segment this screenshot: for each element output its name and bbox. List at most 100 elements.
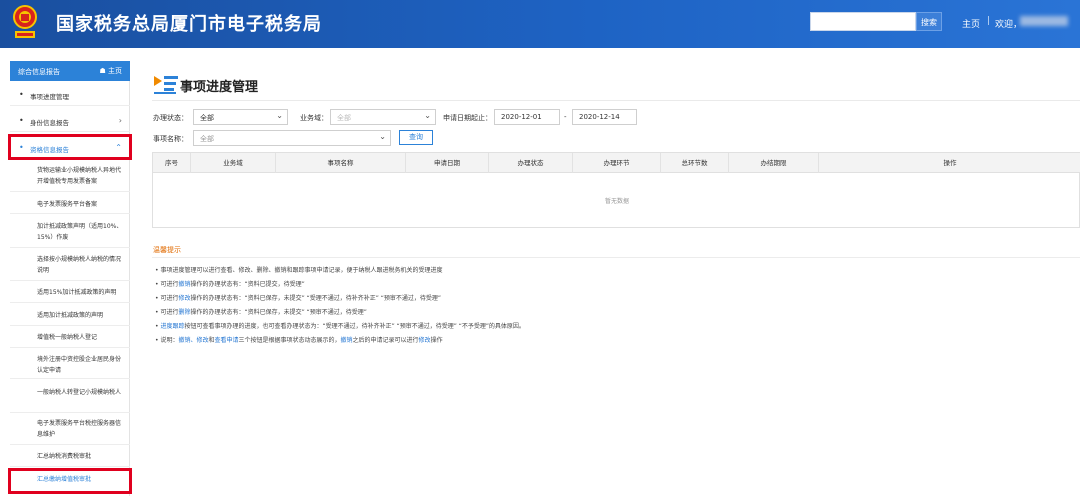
tip-keyword: 修改: [418, 337, 431, 344]
divider: [10, 247, 130, 248]
tip-line: • 事项进度管理可以进行查看、修改、删除、撤销和跟踪事项申请记录，便于纳税人跟进…: [155, 265, 442, 274]
divider: [10, 280, 130, 281]
tip-line: • 可进行撤销操作的办理状态有：“资料已提交，待受理”: [155, 279, 305, 288]
divider: [10, 131, 130, 132]
tip-keyword: 撤销、修改: [178, 337, 209, 344]
table-header: 序号 业务域 事项名称 申请日期 办理状态 办理环节 总环节数 办结期限 操作: [153, 153, 1080, 173]
tip-line: • 可进行删除操作的办理状态有：“资料已保存，未提交” “预审不通过，待受理”: [155, 307, 367, 316]
welcome-text: 欢迎，: [995, 20, 1023, 30]
chevron-right-icon: ›: [118, 116, 122, 125]
sidebar-item-label: 事项进度管理: [30, 93, 69, 101]
highlight-box-active-item: [8, 468, 132, 494]
user-name-redacted: [1020, 16, 1068, 26]
name-select[interactable]: 全部 ⌄: [193, 130, 391, 146]
divider: [10, 105, 130, 106]
tip-text: 按钮可查看事项办理的进度，也可查看办理状态为：“受理不通过，待补齐补正” “预审…: [184, 323, 525, 330]
tip-keyword: 删除: [178, 309, 191, 316]
bullet-icon: •: [19, 116, 24, 125]
tip-text: 操作的办理状态有：“资料已保存，未提交” “预审不通过，待受理”: [190, 309, 367, 316]
divider: [10, 412, 130, 413]
tip-text: 操作的办理状态有：“资料已提交，待受理”: [190, 281, 305, 288]
column-header: 操作: [943, 159, 957, 167]
sub-item[interactable]: 选择按小规模纳税人纳税的情况说明: [10, 254, 130, 276]
name-label: 事项名称：: [153, 135, 188, 143]
status-label: 办理状态：: [153, 114, 188, 122]
column-header: 办理状态: [489, 153, 573, 173]
date-to-input[interactable]: 2020-12-14: [572, 109, 637, 125]
date-range-label: 申请日期起止：: [443, 114, 492, 122]
divider: [10, 444, 130, 445]
sub-item[interactable]: 适用15%加计抵减政策的声明: [10, 287, 130, 298]
column-header: 序号: [153, 153, 191, 173]
page-title: 事项进度管理: [180, 80, 259, 95]
header-separator: |: [987, 16, 991, 26]
sub-item[interactable]: 加计抵减政策声明（适用10%、15%）作废: [10, 221, 130, 243]
page-title-icon: [154, 76, 178, 94]
sidebar-item-label: 身份信息报告: [30, 119, 69, 127]
header-home-link[interactable]: 主页: [962, 17, 980, 30]
progress-table: 序号 业务域 事项名称 申请日期 办理状态 办理环节 总环节数 办结期限 操作 …: [152, 152, 1080, 228]
column-header: 总环节数: [661, 153, 729, 173]
divider: [10, 302, 130, 303]
column-header: 办理环节: [573, 153, 661, 173]
date-from-input[interactable]: 2020-12-01: [494, 109, 560, 125]
sub-item[interactable]: 汇总纳税消费税审批: [10, 451, 130, 462]
search-input[interactable]: [810, 12, 916, 31]
divider: [10, 325, 130, 326]
column-header: 申请日期: [406, 153, 489, 173]
sidebar: 综合信息报告 ☗ 主页 • 事项进度管理 • 身份信息报告 › • 资格信息报告…: [10, 61, 130, 496]
home-icon: ☗: [99, 67, 106, 75]
sub-item[interactable]: 货物运输业小规模纳税人异地代开增值税专用发票备案: [10, 165, 130, 187]
sidebar-header-title: 综合信息报告: [18, 68, 60, 76]
title-divider: [152, 100, 1080, 101]
sidebar-home-label: 主页: [108, 67, 122, 75]
tip-line: • 进度跟踪按钮可查看事项办理的进度，也可查看办理状态为：“受理不通过，待补齐补…: [155, 321, 525, 330]
status-select[interactable]: 全部 ⌄: [193, 109, 288, 125]
tip-text: 操作的办理状态有：“资料已保存，未提交” “受理不通过，待补齐补正” “预审不通…: [190, 295, 441, 302]
chevron-down-icon: ⌄: [379, 132, 386, 141]
tip-keyword: 查看申请: [214, 337, 239, 344]
sub-item[interactable]: 电子发票服务平台税控服务器信息维护: [10, 418, 130, 440]
sub-item[interactable]: 增值税一般纳税人登记: [10, 332, 130, 343]
tip-keyword: 撤销: [340, 337, 353, 344]
divider: [10, 213, 130, 214]
tip-text: 三个按钮是根据事项状态动态展示的，: [238, 337, 341, 344]
bullet-icon: •: [19, 90, 24, 99]
tip-line: • 可进行修改操作的办理状态有：“资料已保存，未提交” “受理不通过，待补齐补正…: [155, 293, 441, 302]
tips-title: 温馨提示: [153, 246, 181, 254]
site-title: 国家税务总局厦门市电子税务局: [56, 14, 322, 35]
divider: [10, 347, 130, 348]
sidebar-header: 综合信息报告 ☗ 主页: [10, 61, 130, 81]
domain-select[interactable]: 全部 ⌄: [330, 109, 436, 125]
divider: [10, 378, 130, 379]
tip-keyword: 撤销: [178, 281, 191, 288]
divider: [10, 466, 130, 467]
sub-item[interactable]: 电子发票服务平台备案: [10, 199, 130, 210]
divider: [10, 191, 130, 192]
chevron-down-icon: ⌄: [424, 111, 431, 120]
status-select-value: 全部: [200, 114, 214, 122]
highlight-box-qualification: [8, 134, 132, 160]
tip-text: • 说明：: [155, 337, 179, 344]
tip-text: • 可进行: [155, 309, 179, 316]
column-header: 业务域: [191, 153, 276, 173]
name-select-value: 全部: [200, 135, 214, 143]
sub-item[interactable]: 适用加计抵减政策的声明: [10, 310, 130, 321]
sidebar-home-link[interactable]: ☗ 主页: [99, 66, 122, 76]
search-button[interactable]: 搜索: [916, 12, 942, 31]
tips-divider: [152, 257, 1080, 258]
chevron-down-icon: ⌄: [276, 111, 283, 120]
top-header: 国家税务总局厦门市电子税务局 搜索 主页 | 欢迎，: [0, 0, 1080, 48]
column-header: 事项名称: [276, 153, 406, 173]
query-button[interactable]: 查询: [399, 130, 433, 145]
sub-item[interactable]: 境外注册中资控股企业居民身份认定申请: [10, 354, 130, 376]
tip-text: • 事项进度管理可以进行查看、修改、删除、撤销和跟踪事项申请记录，便于纳税人跟进…: [155, 267, 443, 274]
tip-text: • 可进行: [155, 281, 179, 288]
tip-keyword: 修改: [178, 295, 191, 302]
date-dash: -: [564, 113, 567, 121]
empty-state-text: 暂无数据: [604, 198, 629, 205]
tip-text: • 可进行: [155, 295, 179, 302]
column-header: 办结期限: [729, 153, 819, 173]
sub-item[interactable]: 一般纳税人转登记小规模纳税人: [10, 387, 130, 398]
domain-select-value: 全部: [337, 114, 351, 122]
